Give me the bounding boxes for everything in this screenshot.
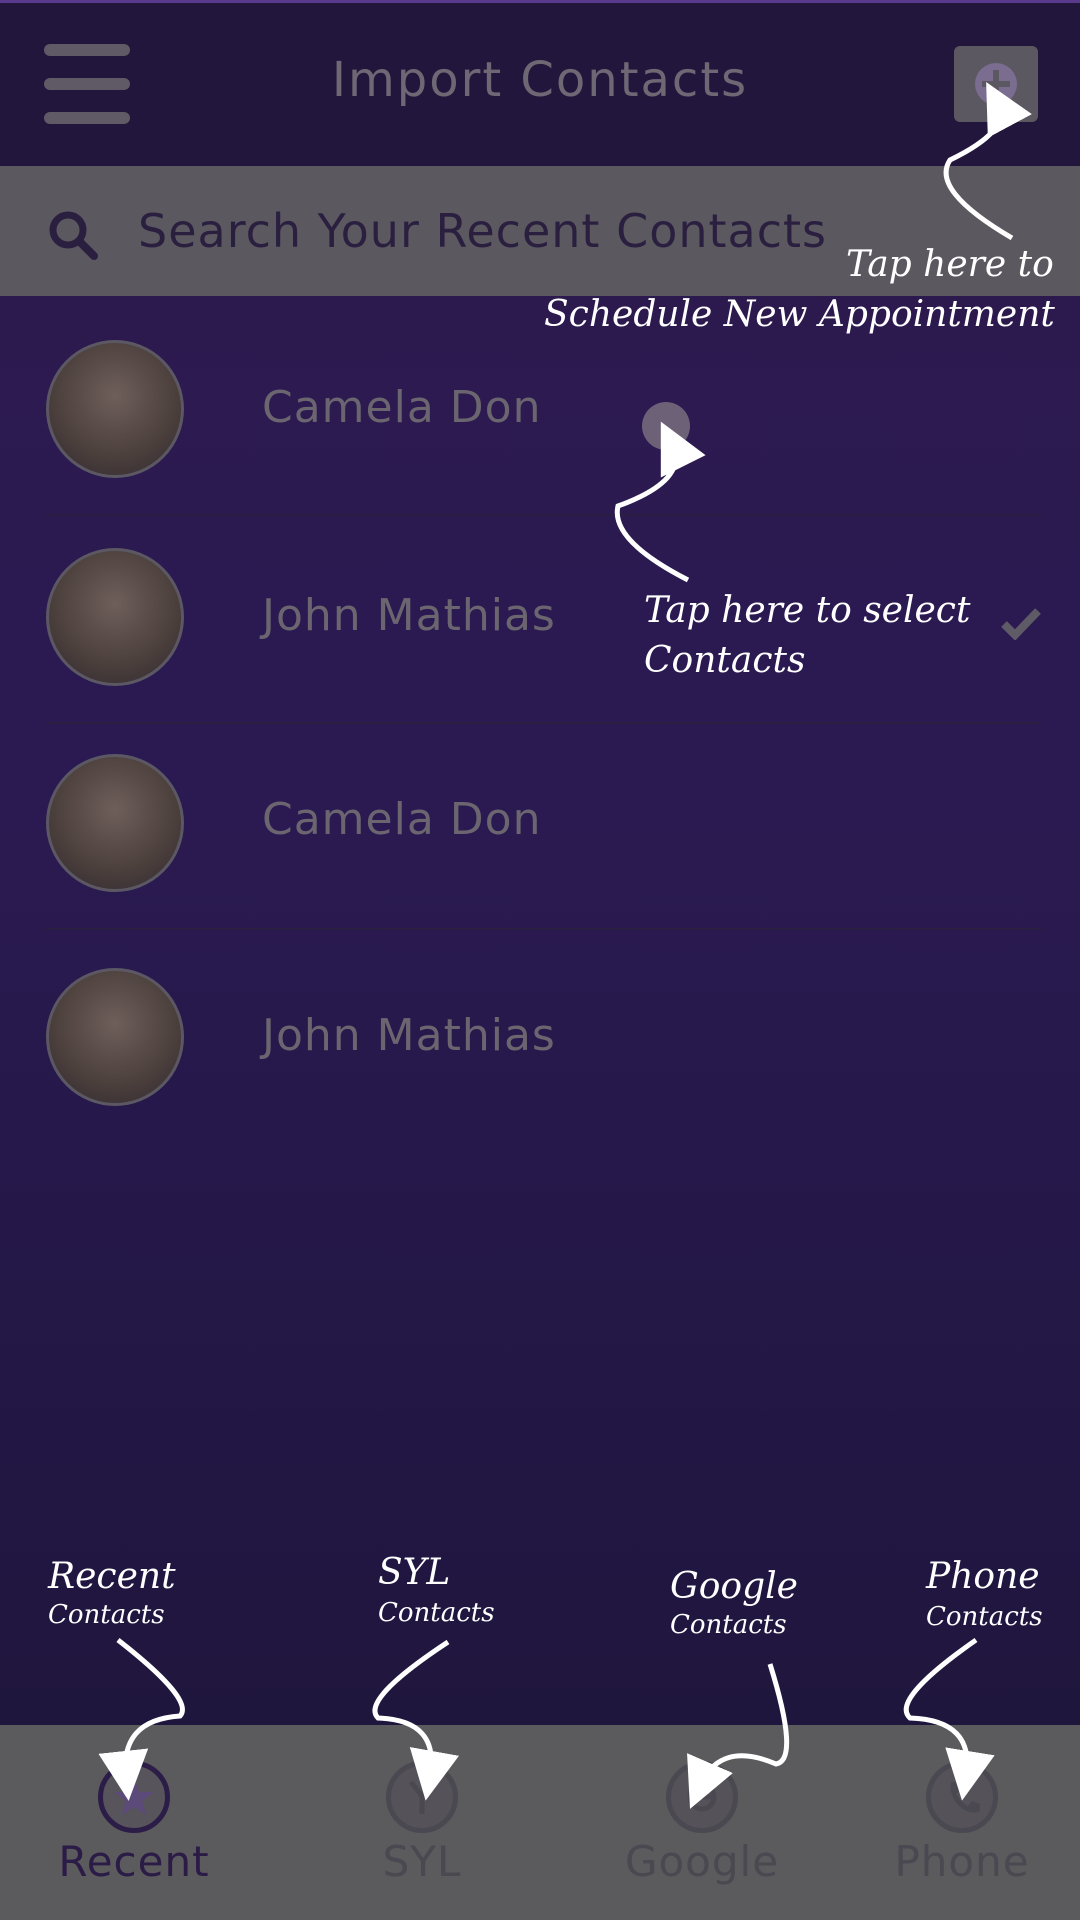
- annotation-phone-title: Phone: [926, 1556, 1040, 1597]
- tap-indicator: [642, 402, 690, 450]
- contact-name: John Mathias: [262, 1010, 556, 1061]
- contact-name: John Mathias: [262, 590, 556, 641]
- annotation-select-line2: Contacts: [644, 640, 806, 681]
- annotation-syl-sub: Contacts: [378, 1598, 495, 1628]
- annotation-recent-title: Recent: [48, 1556, 176, 1597]
- annotation-google-title: Google: [670, 1566, 798, 1607]
- contact-name: Camela Don: [262, 794, 542, 845]
- page-title: Import Contacts: [331, 52, 749, 108]
- plus-circle-icon: [975, 63, 1017, 105]
- annotation-google-sub: Contacts: [670, 1610, 787, 1640]
- syl-logo-icon: [386, 1761, 458, 1833]
- checkmark-icon[interactable]: [1000, 606, 1042, 640]
- google-icon: [666, 1761, 738, 1833]
- annotation-phone-sub: Contacts: [926, 1602, 1043, 1632]
- annotation-add-line2: Schedule New Appointment: [544, 294, 1055, 335]
- avatar: [46, 754, 184, 892]
- tab-syl[interactable]: SYL: [312, 1725, 532, 1920]
- star-icon: [98, 1761, 170, 1833]
- annotation-select-line1: Tap here to select: [644, 590, 971, 631]
- add-appointment-button[interactable]: [954, 46, 1038, 122]
- search-icon: [49, 211, 98, 260]
- avatar: [46, 548, 184, 686]
- tab-label: Google: [624, 1837, 780, 1886]
- list-item[interactable]: Camela Don: [46, 726, 1042, 932]
- list-item[interactable]: Camela Don: [46, 310, 1042, 516]
- avatar: [46, 968, 184, 1106]
- phone-icon: [926, 1761, 998, 1833]
- tab-label: Recent: [58, 1837, 210, 1886]
- tab-google[interactable]: Google: [592, 1725, 812, 1920]
- divider: [46, 514, 1042, 516]
- divider: [46, 928, 1042, 930]
- tab-label: Phone: [894, 1837, 1030, 1886]
- divider: [46, 722, 1042, 724]
- tab-phone[interactable]: Phone: [852, 1725, 1072, 1920]
- avatar: [46, 340, 184, 478]
- annotation-recent-sub: Contacts: [48, 1600, 165, 1630]
- annotation-add-line1: Tap here to: [846, 244, 1054, 285]
- list-item[interactable]: John Mathias: [46, 932, 1042, 1138]
- annotation-syl-title: SYL: [378, 1552, 451, 1593]
- tab-recent[interactable]: Recent: [24, 1725, 244, 1920]
- tab-label: SYL: [382, 1837, 462, 1886]
- contact-name: Camela Don: [262, 382, 542, 433]
